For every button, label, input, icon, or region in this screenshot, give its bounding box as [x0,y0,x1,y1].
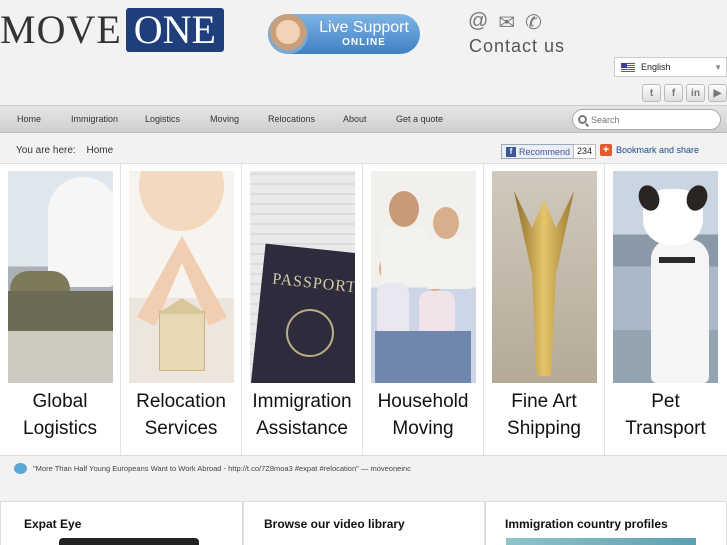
search-input[interactable] [591,114,711,125]
youtube-icon[interactable]: ▶ [708,84,727,102]
us-flag-icon [621,62,635,72]
at-icon[interactable]: @ [468,10,488,35]
tile-label: Pet Transport [625,391,706,439]
expat-eye-panel: Expat Eye [0,501,243,545]
tile-label: Global Logistics [23,391,97,439]
contact-us-link[interactable]: Contact us [469,36,565,57]
gold-vase-image [492,171,597,383]
facebook-icon: f [506,146,516,157]
recommend-count: 234 [573,144,597,159]
main-nav: Home Immigration Logistics Moving Reloca… [0,105,727,133]
facebook-icon[interactable]: f [664,84,683,102]
nav-item-moving[interactable]: Moving [210,106,239,134]
country-profiles-heading[interactable]: Immigration country profiles [505,517,668,531]
logo[interactable]: MOVE ONE [0,8,224,52]
expat-eye-thumbnail[interactable] [59,538,199,545]
live-support-label: Live Support [319,19,409,36]
nav-item-logistics[interactable]: Logistics [145,106,180,134]
passport-image: PASSPORT [250,171,355,383]
nav-item-home[interactable]: Home [17,106,41,134]
tile-label: Household Moving [377,391,469,439]
tweet-ticker: "More Than Half Young Europeans Want to … [14,463,411,474]
tile-immigration-assistance[interactable]: PASSPORT Immigration Assistance [242,164,363,455]
expat-eye-heading: Expat Eye [24,517,82,531]
country-profiles-thumbnail[interactable] [506,538,696,545]
country-profiles-panel: Immigration country profiles [485,501,727,545]
support-agent-avatar [268,14,308,54]
video-library-panel: Browse our video library [243,501,485,545]
language-selected: English [641,62,671,72]
plus-icon: + [600,144,612,156]
logo-word-one: ONE [125,8,224,52]
tweet-text[interactable]: "More Than Half Young Europeans Want to … [33,464,411,473]
bookmark-label: Bookmark and share [616,145,700,155]
nav-item-get-a-quote[interactable]: Get a quote [396,106,443,134]
linkedin-icon[interactable]: in [686,84,705,102]
breadcrumb-prefix: You are here: [16,145,76,156]
search-box[interactable] [572,109,721,130]
cargo-plane-image [8,171,113,383]
nav-item-relocations[interactable]: Relocations [268,106,315,134]
bookmark-share-link[interactable]: + Bookmark and share [600,144,699,156]
tile-label: Immigration Assistance [252,391,352,439]
recommend-label: Recommend [519,146,571,157]
social-links: t f in ▶ [642,84,727,102]
twitter-bird-icon [14,463,27,474]
service-tiles: Global Logistics Relocation Services PASSP… [0,163,727,456]
envelope-icon[interactable]: ✉ [498,10,515,35]
tile-global-logistics[interactable]: Global Logistics [0,164,121,455]
live-support-status: ONLINE [342,37,386,48]
breadcrumb: You are here: Home [16,145,113,156]
family-image [371,171,476,383]
phone-icon[interactable]: ✆ [525,10,542,35]
chevron-down-icon: ▼ [714,62,722,72]
nav-item-about[interactable]: About [343,106,367,134]
child-house-image [129,171,234,383]
dog-image [613,171,718,383]
contact-icons: @ ✉ ✆ [468,10,542,35]
tile-fine-art-shipping[interactable]: Fine Art Shipping [484,164,605,455]
live-support-button[interactable]: Live Support ONLINE [268,14,420,54]
nav-item-immigration[interactable]: Immigration [71,106,118,134]
tile-household-moving[interactable]: Household Moving [363,164,484,455]
breadcrumb-current[interactable]: Home [86,145,113,156]
language-select[interactable]: English ▼ [614,57,727,77]
twitter-icon[interactable]: t [642,84,661,102]
tile-label: Relocation Services [136,391,226,439]
video-library-heading[interactable]: Browse our video library [264,517,405,531]
logo-word-move: MOVE [0,7,122,52]
recommend-button[interactable]: f Recommend [501,144,576,159]
tile-relocation-services[interactable]: Relocation Services [121,164,242,455]
tile-pet-transport[interactable]: Pet Transport [605,164,726,455]
tile-label: Fine Art Shipping [507,391,581,439]
bottom-panels: Expat Eye Browse our video library Immig… [0,501,727,545]
search-icon[interactable] [578,115,587,124]
